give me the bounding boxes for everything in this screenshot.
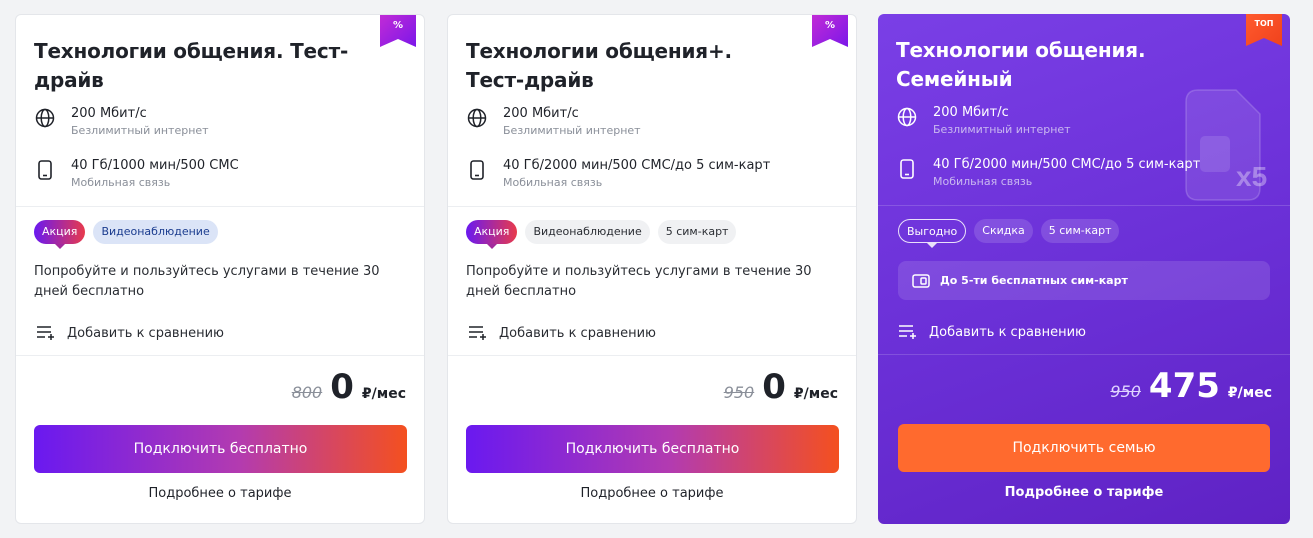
tariff-details-link[interactable]: Подробнее о тарифе — [448, 486, 856, 501]
old-price: 800 — [291, 383, 323, 402]
add-to-compare-button[interactable]: Добавить к сравнению — [36, 324, 224, 342]
divider — [448, 206, 856, 207]
tariff-title: Технологии общения. Тест-драйв — [34, 39, 349, 92]
globe-icon — [34, 107, 56, 129]
compare-list-icon — [36, 324, 58, 342]
tag-five-sims[interactable]: 5 сим-карт — [1040, 219, 1120, 243]
feature-value: 200 Мбит/с — [933, 105, 1009, 120]
sim-icon — [912, 273, 930, 288]
divider — [16, 206, 424, 207]
price-unit: ₽/мес — [1227, 385, 1272, 401]
connect-free-button[interactable]: Подключить бесплатно — [466, 425, 839, 473]
free-sims-offer: До 5-ти бесплатных сим-карт — [898, 261, 1270, 300]
globe-icon — [466, 107, 488, 129]
divider — [878, 205, 1290, 206]
phone-icon — [896, 158, 918, 180]
compare-label: Добавить к сравнению — [499, 325, 656, 341]
feature-internet: 200 Мбит/с Безлимитный интернет — [34, 105, 209, 139]
discount-ribbon: % — [380, 15, 416, 47]
tariff-title: Технологии общения+. Тест-драйв — [466, 39, 732, 92]
divider — [448, 355, 856, 356]
feature-mobile: 40 Гб/2000 мин/500 СМС/до 5 сим-карт Моб… — [896, 156, 1200, 190]
feature-caption: Мобильная связь — [71, 176, 171, 189]
tag-discount[interactable]: Скидка — [974, 219, 1033, 243]
connect-family-button[interactable]: Подключить семью — [898, 424, 1270, 472]
compare-label: Добавить к сравнению — [67, 325, 224, 341]
connect-free-button[interactable]: Подключить бесплатно — [34, 425, 407, 473]
compare-label: Добавить к сравнению — [929, 324, 1086, 340]
price-block: 950 475 ₽/мес — [1110, 366, 1272, 406]
tariff-details-link[interactable]: Подробнее о тарифе — [16, 486, 424, 501]
feature-caption: Безлимитный интернет — [933, 123, 1071, 136]
tariff-card-test-drive-plus: % Технологии общения+. Тест-драйв 200 Мб… — [447, 14, 857, 524]
price-block: 950 0 ₽/мес — [724, 367, 838, 407]
tag-video-surveillance[interactable]: Видеонаблюдение — [525, 220, 650, 244]
feature-value: 40 Гб/2000 мин/500 СМС/до 5 сим-карт — [933, 157, 1201, 172]
tag-list: Выгодно Скидка 5 сим-карт — [898, 219, 1120, 248]
multiplier-label: x5 — [1236, 161, 1267, 192]
old-price: 950 — [723, 383, 755, 402]
feature-caption: Безлимитный интернет — [503, 124, 641, 137]
feature-caption: Мобильная связь — [933, 175, 1033, 188]
divider — [878, 354, 1290, 355]
top-ribbon: ТОП — [1246, 14, 1282, 46]
old-price: 950 — [1110, 382, 1141, 401]
tag-list: Акция Видеонаблюдение — [34, 220, 218, 249]
tag-promo[interactable]: Акция — [466, 220, 518, 249]
tariff-description: Попробуйте и пользуйтесь услугами в тече… — [466, 264, 812, 299]
add-to-compare-button[interactable]: Добавить к сравнению — [468, 324, 656, 342]
tariff-card-test-drive: % Технологии общения. Тест-драйв 200 Мби… — [15, 14, 425, 524]
price-unit: ₽/мес — [361, 386, 406, 402]
tariff-description: Попробуйте и пользуйтесь услугами в тече… — [34, 264, 380, 299]
feature-value: 40 Гб/2000 мин/500 СМС/до 5 сим-карт — [503, 158, 771, 173]
globe-icon — [896, 106, 918, 128]
tariff-details-link[interactable]: Подробнее о тарифе — [878, 485, 1290, 500]
phone-icon — [466, 159, 488, 181]
discount-ribbon: % — [812, 15, 848, 47]
price-unit: ₽/мес — [793, 386, 838, 402]
feature-mobile: 40 Гб/2000 мин/500 СМС/до 5 сим-карт Моб… — [466, 157, 770, 191]
tag-video-surveillance[interactable]: Видеонаблюдение — [93, 220, 218, 244]
price-block: 800 0 ₽/мес — [292, 367, 406, 407]
feature-internet: 200 Мбит/с Безлимитный интернет — [896, 104, 1071, 138]
feature-caption: Безлимитный интернет — [71, 124, 209, 137]
tag-list: Акция Видеонаблюдение 5 сим-карт — [466, 220, 737, 249]
tag-five-sims[interactable]: 5 сим-карт — [657, 220, 737, 244]
compare-list-icon — [468, 324, 490, 342]
feature-value: 200 Мбит/с — [71, 106, 147, 121]
feature-value: 40 Гб/1000 мин/500 СМС — [71, 158, 239, 173]
phone-icon — [34, 159, 56, 181]
feature-mobile: 40 Гб/1000 мин/500 СМС Мобильная связь — [34, 157, 239, 191]
tag-profitable[interactable]: Выгодно — [898, 219, 967, 248]
new-price: 0 — [762, 367, 786, 407]
tariff-card-family: ТОП x5 Технологии общения. Семейный 200 … — [878, 14, 1290, 524]
free-sims-label: До 5-ти бесплатных сим-карт — [940, 274, 1128, 287]
compare-list-icon — [898, 323, 920, 341]
tag-promo[interactable]: Акция — [34, 220, 86, 249]
new-price: 475 — [1148, 366, 1220, 406]
feature-value: 200 Мбит/с — [503, 106, 579, 121]
feature-caption: Мобильная связь — [503, 176, 603, 189]
tariff-title: Технологии общения. Семейный — [896, 38, 1146, 91]
divider — [16, 355, 424, 356]
new-price: 0 — [330, 367, 354, 407]
add-to-compare-button[interactable]: Добавить к сравнению — [898, 323, 1086, 341]
feature-internet: 200 Мбит/с Безлимитный интернет — [466, 105, 641, 139]
